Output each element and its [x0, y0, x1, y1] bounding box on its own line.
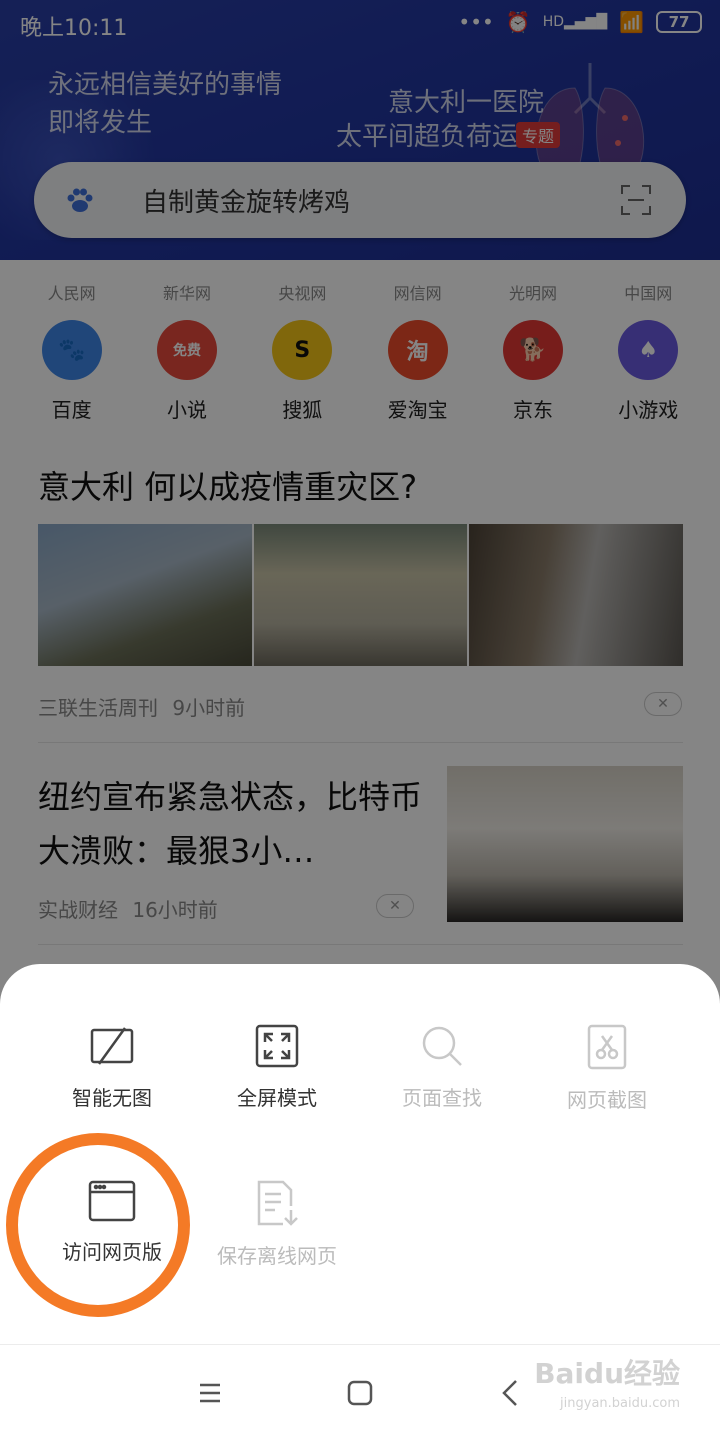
- page-screenshot-button[interactable]: 网页截图: [532, 1024, 682, 1113]
- watermark-sub: jingyan.baidu.com: [560, 1396, 680, 1411]
- search-icon: [422, 1026, 462, 1066]
- no-image-mode-button[interactable]: 智能无图: [37, 1024, 187, 1111]
- scissors-icon: [587, 1024, 627, 1070]
- tool-label: 网页截图: [567, 1088, 647, 1112]
- tools-sheet: 智能无图 全屏模式 页面查找 网页截图 访问网页版 保存离线网页: [0, 964, 720, 1344]
- system-nav-bar: Baidu经验 jingyan.baidu.com: [0, 1344, 720, 1440]
- fullscreen-mode-button[interactable]: 全屏模式: [202, 1024, 352, 1111]
- tool-label: 保存离线网页: [217, 1244, 337, 1268]
- home-icon[interactable]: [340, 1375, 380, 1411]
- tool-label: 页面查找: [402, 1086, 482, 1110]
- no-image-icon: [90, 1027, 134, 1065]
- find-in-page-button[interactable]: 页面查找: [367, 1024, 517, 1111]
- save-offline-icon: [257, 1180, 298, 1226]
- back-icon[interactable]: [492, 1375, 532, 1411]
- fullscreen-icon: [255, 1024, 299, 1068]
- tool-label: 全屏模式: [237, 1086, 317, 1110]
- tool-label: 智能无图: [72, 1086, 152, 1110]
- baidu-jingyan-watermark: Baidu经验 jingyan.baidu.com: [534, 1359, 680, 1419]
- highlight-circle: [6, 1133, 190, 1317]
- save-offline-page-button[interactable]: 保存离线网页: [202, 1180, 352, 1269]
- watermark-main: Baidu经验: [534, 1357, 680, 1390]
- menu-icon[interactable]: [190, 1375, 230, 1411]
